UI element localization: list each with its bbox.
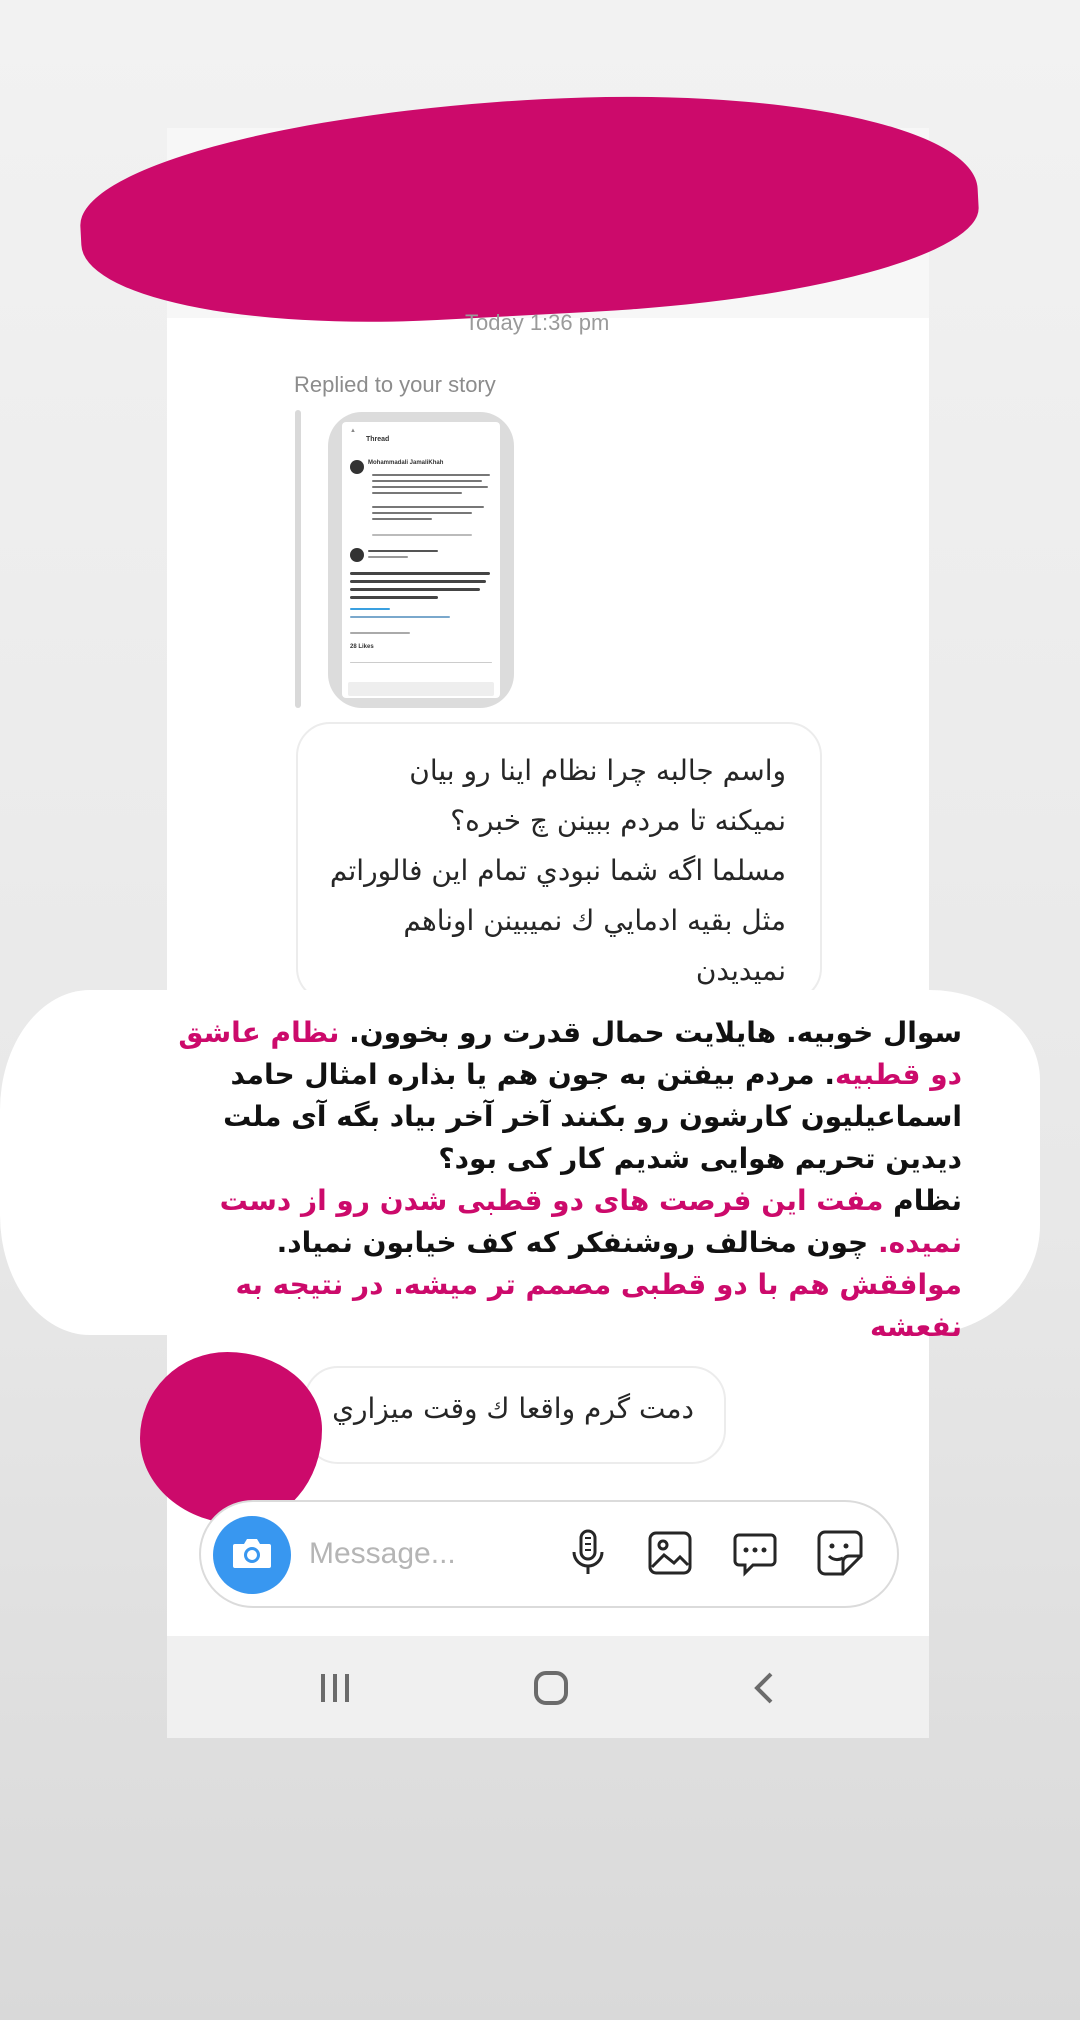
received-message-bubble-2[interactable]: دمت گرم واقعا ك وقت میزاري [304, 1366, 726, 1464]
story-text-overlay: سوال خوبیه. هایلایت حمال قدرت رو بخوون. … [150, 1012, 962, 1348]
chat-bubble-icon [731, 1529, 779, 1581]
overlay-sentence-1: سوال خوبیه. هایلایت حمال قدرت رو بخوون. [349, 1016, 962, 1049]
replied-to-story-label: Replied to your story [294, 372, 496, 397]
image-icon [646, 1529, 694, 1581]
message-timestamp: Today 1:36 pm [465, 310, 610, 335]
reply-quote-bar [295, 410, 301, 708]
story-thumbnail[interactable]: ▲ Thread Mohammadali JamaliKhah 28 Likes [328, 412, 514, 708]
story-likes: 28 Likes [350, 644, 374, 650]
camera-button[interactable] [213, 1516, 291, 1594]
received-message-text-2: دمت گرم واقعا ك وقت میزاري [332, 1392, 694, 1425]
gallery-button[interactable] [643, 1528, 697, 1582]
story-screenshot: ▲ Thread Mohammadali JamaliKhah 28 Likes [342, 422, 500, 698]
microphone-icon [568, 1528, 608, 1582]
received-message-text: واسم جالبه چرا نظام اینا رو بیان نمیکنه … [329, 754, 786, 987]
sticker-icon [815, 1528, 865, 1582]
story-avatar [350, 460, 364, 474]
overlay-sentence-4: نظام [893, 1184, 962, 1217]
camera-icon [231, 1536, 273, 1574]
back-icon[interactable] [735, 1658, 795, 1718]
home-icon[interactable] [521, 1658, 581, 1718]
overlay-sentence-6: چون مخالف روشنفکر که کف خیابون نمیاد. [276, 1226, 869, 1259]
sticker-button[interactable] [813, 1528, 867, 1582]
story-author: Mohammadali JamaliKhah [368, 460, 444, 466]
android-navigation-bar [167, 1636, 929, 1738]
chat-menu-button[interactable] [728, 1528, 782, 1582]
overlay-sentence-7-highlight: موافقش هم با دو قطبی مصمم تر میشه. در نت… [235, 1268, 962, 1343]
message-composer [199, 1500, 899, 1608]
microphone-button[interactable] [561, 1528, 615, 1582]
received-message-bubble[interactable]: واسم جالبه چرا نظام اینا رو بیان نمیکنه … [296, 722, 822, 1002]
story-header: Thread [366, 436, 390, 443]
recent-apps-icon[interactable] [305, 1658, 365, 1718]
message-input[interactable] [307, 1528, 531, 1580]
